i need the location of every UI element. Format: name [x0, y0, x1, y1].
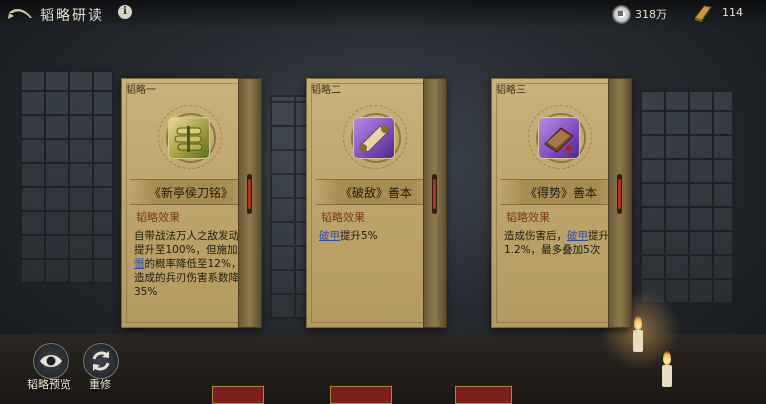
card-title-bar: 《破敌》善本	[315, 179, 437, 205]
rail-marker	[248, 179, 251, 209]
effect-title: 韬略效果	[136, 211, 180, 224]
refresh-icon	[92, 351, 110, 371]
effect-description: 自带战法万人之敌发动率提升至100%，但施加震慑的概率降低至12%，造成的兵刃伤…	[134, 230, 250, 298]
keyword-link[interactable]: 破甲	[319, 230, 340, 242]
rail-marker	[618, 179, 621, 209]
keyword-link[interactable]: 破甲	[567, 230, 588, 242]
effect-title: 韬略效果	[321, 211, 365, 224]
rail-marker	[433, 179, 436, 209]
currency-value: 318万	[635, 8, 667, 21]
coin-icon	[612, 5, 631, 24]
card-title: 《新亭侯刀铭》	[148, 186, 233, 200]
candle-flame	[663, 351, 671, 365]
preview-button-label: 韬略预览	[27, 378, 71, 391]
reset-button-label: 重修	[89, 378, 111, 391]
card-rail	[423, 78, 447, 328]
effect-description: 造成伤害后，破甲提升1.2%，最多叠加5次	[504, 230, 609, 256]
reset-button[interactable]	[83, 343, 119, 379]
card-title-bar: 《新亭侯刀铭》	[130, 179, 252, 205]
card-title: 《破敌》善本	[339, 186, 412, 200]
book-icon	[692, 4, 714, 22]
card-rail	[238, 78, 262, 328]
effect-description: 破甲提升5%	[319, 230, 378, 242]
back-button[interactable]	[6, 5, 34, 23]
floor-red-mat	[455, 386, 512, 404]
card-label: 韬略一	[126, 85, 156, 96]
book-value: 114	[722, 6, 743, 19]
card-rail	[608, 78, 632, 328]
candle	[633, 330, 643, 352]
card-title: 《得势》善本	[524, 186, 597, 200]
book-purple-icon	[538, 117, 580, 159]
back-arrow-icon	[8, 8, 32, 19]
preview-button[interactable]	[33, 343, 69, 379]
card-title-bar: 《得势》善本	[500, 179, 622, 205]
card-label: 韬略二	[311, 85, 341, 96]
background-window-left	[20, 70, 114, 284]
eye-icon	[40, 355, 62, 367]
candle	[662, 365, 672, 387]
page-title: 韬略研读	[40, 8, 104, 24]
background-window-right	[640, 90, 734, 304]
info-icon[interactable]: i	[118, 5, 132, 19]
top-bar: 韬略研读 i 318万 114	[0, 0, 766, 28]
floor-red-mat	[212, 386, 264, 404]
scroll-purple-icon	[353, 117, 395, 159]
scroll-bundle-icon	[168, 117, 210, 159]
candle-flame	[634, 316, 642, 330]
card-label: 韬略三	[496, 85, 526, 96]
effect-title: 韬略效果	[506, 211, 550, 224]
floor-red-mat	[330, 386, 392, 404]
